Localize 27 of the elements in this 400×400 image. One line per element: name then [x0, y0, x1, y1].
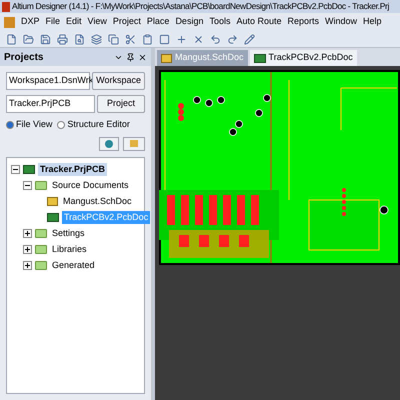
tree-item[interactable]: Source Documents — [50, 178, 131, 192]
tree-item[interactable]: Tracker.PrjPCB — [38, 162, 108, 176]
menu-item[interactable]: DXP — [21, 15, 40, 29]
workspace-button[interactable]: Workspace — [92, 72, 145, 90]
project-field[interactable]: Tracker.PrjPCB — [6, 95, 95, 113]
menu-item[interactable]: Window — [325, 15, 358, 29]
tree-item[interactable]: Generated — [50, 258, 97, 272]
tree-item[interactable]: Mangust.SchDoc — [61, 194, 134, 208]
menu-item[interactable]: Help — [363, 15, 382, 29]
view-radio[interactable]: File View — [6, 118, 52, 132]
view-radio[interactable]: Structure Editor — [57, 118, 130, 132]
menu-item[interactable]: Auto Route — [236, 15, 282, 29]
menu-item[interactable]: Design — [175, 15, 204, 29]
menu-item[interactable]: Reports — [288, 15, 320, 29]
project-button[interactable]: Project — [97, 95, 145, 113]
tree-item[interactable]: Settings — [50, 226, 87, 240]
window-title: Altium Designer (14.1) - F:\MyWork\Projects\Astana\PCB\boardNewDesign\TrackPCBv2.PcbDoc - Tracker.Prj — [12, 0, 390, 13]
menu-item[interactable]: File — [46, 15, 60, 29]
document-tab[interactable]: TrackPCBv2.PcbDoc — [250, 50, 357, 66]
menu-item[interactable]: Project — [112, 15, 141, 29]
tree-item[interactable]: Libraries — [50, 242, 89, 256]
panel-title: Projects — [4, 50, 44, 64]
menu-item[interactable]: Place — [146, 15, 170, 29]
menu-item[interactable]: Tools — [209, 15, 230, 29]
menu-item[interactable]: View — [88, 15, 107, 29]
workspace-dropdown[interactable]: Workspace1.DsnWrk — [6, 72, 90, 90]
menu-item[interactable]: Edit — [66, 15, 82, 29]
